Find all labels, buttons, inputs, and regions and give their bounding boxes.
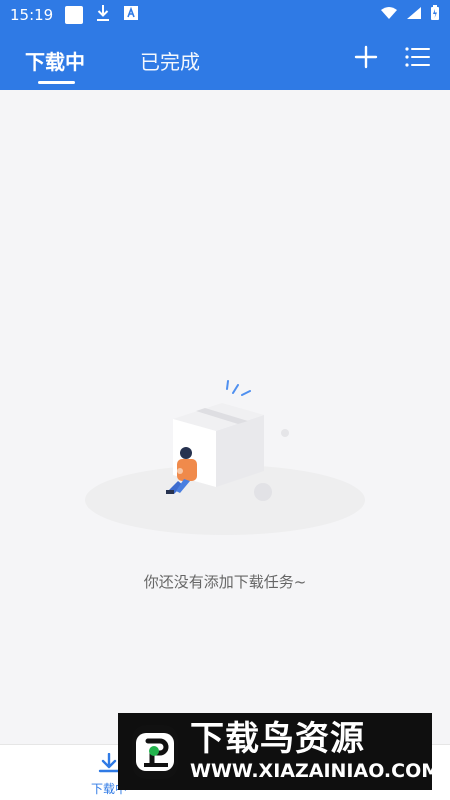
watermark-texts: 下载鸟资源 WWW.XIAZAINIAO.COM xyxy=(190,722,440,781)
header-actions xyxy=(354,45,430,73)
signal-icon xyxy=(406,6,422,24)
status-time: 15:19 xyxy=(10,6,54,24)
status-icons-right xyxy=(380,5,440,25)
download-arrow-icon xyxy=(98,752,120,776)
notification-square-icon xyxy=(65,6,84,24)
watermark-overlay: 下载鸟资源 WWW.XIAZAINIAO.COM xyxy=(118,713,440,790)
app-a-icon xyxy=(123,5,139,25)
active-tab-indicator xyxy=(38,81,75,84)
empty-box-illustration xyxy=(85,380,365,535)
watermark-url: WWW.XIAZAINIAO.COM xyxy=(190,760,441,782)
battery-icon xyxy=(430,5,440,25)
status-icons-left xyxy=(65,4,139,26)
tab-downloading[interactable]: 下载中 xyxy=(25,46,85,75)
add-task-button[interactable] xyxy=(354,45,378,73)
plus-icon xyxy=(354,45,378,73)
watermark-logo-icon xyxy=(132,724,178,779)
tab-completed[interactable]: 已完成 xyxy=(140,46,200,75)
status-bar: 15:19 xyxy=(0,0,450,30)
top-app-bar: 15:19 下载中 已完成 xyxy=(0,0,450,90)
watermark-title: 下载鸟资源 xyxy=(190,719,365,759)
menu-list-icon xyxy=(404,47,430,73)
empty-state-illustration xyxy=(80,375,370,535)
wifi-icon xyxy=(380,6,398,24)
download-icon xyxy=(95,4,111,26)
menu-button[interactable] xyxy=(404,45,430,73)
empty-state-message: 你还没有添加下载任务~ xyxy=(143,573,307,591)
